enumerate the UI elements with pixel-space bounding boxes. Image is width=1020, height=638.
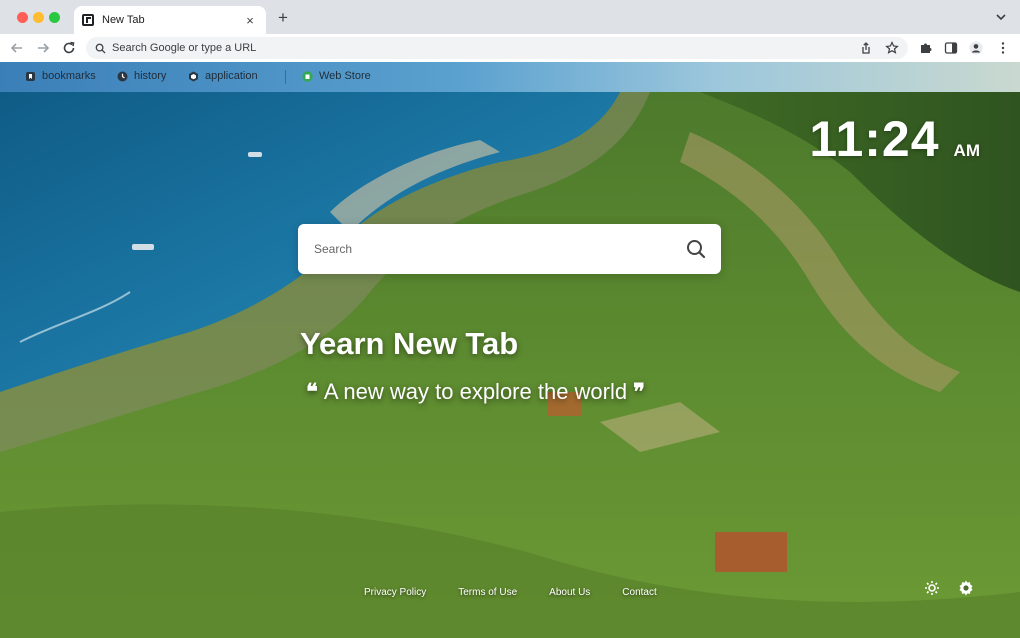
- tab-close-icon[interactable]: ×: [242, 13, 258, 28]
- bookmark-label: application: [205, 70, 258, 82]
- gear-icon[interactable]: [957, 579, 975, 597]
- bookmark-item-bookmarks[interactable]: bookmarks: [25, 70, 96, 82]
- profile-avatar-icon[interactable]: [969, 41, 983, 55]
- browser-toolbar: Search Google or type a URL: [0, 34, 1020, 62]
- clock-widget: 11:24 AM: [809, 110, 980, 168]
- forward-arrow-icon[interactable]: [34, 39, 52, 57]
- tab-title: New Tab: [102, 14, 145, 26]
- bookmark-label: bookmarks: [42, 70, 96, 82]
- maximize-window-button[interactable]: [49, 12, 60, 23]
- search-icon: [95, 43, 106, 54]
- bookmark-label: Web Store: [319, 70, 371, 82]
- tagline: ❝ A new way to explore the world ❞: [300, 379, 651, 405]
- bookmarks-separator: [285, 70, 286, 84]
- bookmark-label: history: [134, 70, 167, 82]
- footer-links: Privacy Policy Terms of Use About Us Con…: [364, 587, 689, 598]
- bookmark-item-web-store[interactable]: Web Store: [302, 70, 371, 82]
- privacy-policy-link[interactable]: Privacy Policy: [364, 587, 426, 598]
- tab-favicon-icon: [82, 14, 94, 26]
- about-us-link[interactable]: About Us: [549, 587, 590, 598]
- search-input[interactable]: [314, 242, 685, 256]
- tab-new-tab[interactable]: New Tab ×: [74, 6, 266, 34]
- bookmark-item-history[interactable]: history: [117, 70, 166, 82]
- bookmark-icon: [26, 71, 35, 81]
- share-icon[interactable]: [859, 41, 873, 55]
- side-panel-icon[interactable]: [944, 41, 958, 55]
- clock-time: 11:24: [809, 111, 940, 167]
- minimize-window-button[interactable]: [33, 12, 44, 23]
- clock-ampm: AM: [953, 141, 980, 160]
- contact-link[interactable]: Contact: [622, 587, 656, 598]
- tab-search-chevron-icon[interactable]: [994, 10, 1008, 24]
- reload-icon[interactable]: [60, 39, 78, 57]
- history-icon: [117, 71, 128, 81]
- extensions-puzzle-icon[interactable]: [919, 41, 933, 55]
- bookmark-item-application[interactable]: application: [188, 70, 258, 82]
- omnibox-placeholder: Search Google or type a URL: [112, 42, 257, 54]
- background-landscape-image: [0, 92, 1020, 638]
- bookmarks-bar: bookmarks history application Web Store: [0, 62, 1020, 92]
- omnibox[interactable]: Search Google or type a URL: [86, 37, 908, 59]
- open-quote-icon: ❝: [306, 379, 318, 404]
- search-icon[interactable]: [685, 238, 707, 260]
- tagline-text: A new way to explore the world: [323, 379, 628, 404]
- browser-titlebar: New Tab × +: [0, 0, 1020, 34]
- more-menu-icon[interactable]: [996, 41, 1010, 55]
- wallpaper-settings-icon[interactable]: [923, 579, 941, 597]
- terms-of-use-link[interactable]: Terms of Use: [458, 587, 517, 598]
- back-arrow-icon[interactable]: [8, 39, 26, 57]
- new-tab-button[interactable]: +: [274, 9, 292, 27]
- search-box: [298, 224, 721, 274]
- application-icon: [189, 71, 198, 81]
- star-icon[interactable]: [885, 41, 899, 55]
- close-window-button[interactable]: [17, 12, 28, 23]
- brand-title: Yearn New Tab: [300, 326, 519, 361]
- close-quote-icon: ❞: [633, 379, 645, 404]
- new-tab-page: 11:24 AM Yearn New Tab ❝ A new way to ex…: [0, 92, 1020, 638]
- web-store-icon: [302, 70, 313, 82]
